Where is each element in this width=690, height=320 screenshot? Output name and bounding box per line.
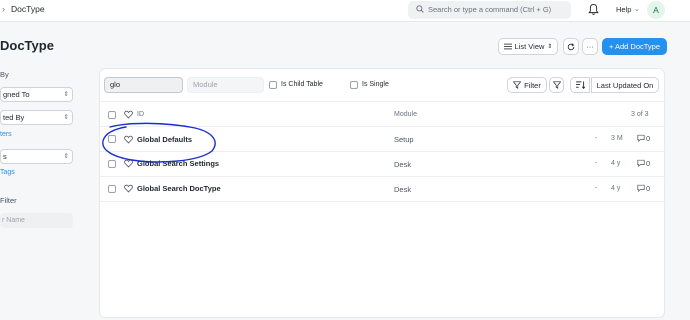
divider bbox=[100, 126, 665, 127]
divider bbox=[100, 201, 665, 202]
comment-count: 0 bbox=[646, 159, 651, 168]
module-filter-input[interactable]: Module bbox=[187, 77, 264, 93]
row-name-link[interactable]: Global Search DocType bbox=[137, 184, 221, 193]
row-name-link[interactable]: Global Search Settings bbox=[137, 159, 219, 168]
created-by-select[interactable]: ted By ⇕ bbox=[0, 110, 73, 125]
comment-count: 0 bbox=[646, 184, 651, 193]
clear-filter-button[interactable] bbox=[549, 77, 564, 93]
row-status: - bbox=[595, 160, 598, 167]
result-count: 3 of 3 bbox=[631, 111, 649, 118]
list-view-button[interactable]: List View ⇕ bbox=[498, 38, 558, 55]
tags-select[interactable]: s ⇕ bbox=[0, 149, 73, 164]
help-menu[interactable]: Help bbox=[616, 5, 631, 14]
heart-icon[interactable] bbox=[124, 110, 133, 119]
search-icon bbox=[416, 5, 424, 13]
sort-order-button[interactable] bbox=[570, 77, 590, 93]
row-modified-time: 4 y bbox=[611, 185, 621, 192]
assigned-to-label: gned To bbox=[3, 90, 30, 99]
notification-bell-icon[interactable] bbox=[588, 3, 599, 16]
heart-icon[interactable] bbox=[124, 159, 133, 168]
chevron-down-icon: ⌄ bbox=[634, 6, 640, 13]
row-module: Desk bbox=[394, 160, 412, 169]
filter-icon bbox=[513, 81, 522, 89]
row-name-link[interactable]: Global Defaults bbox=[137, 135, 192, 144]
comment-icon bbox=[637, 184, 645, 193]
row-comment-count[interactable]: 0 bbox=[637, 159, 650, 168]
row-checkbox[interactable] bbox=[108, 185, 116, 193]
sort-field-button[interactable]: Last Updated On bbox=[591, 77, 659, 93]
select-all-checkbox[interactable] bbox=[108, 111, 116, 119]
heart-icon[interactable] bbox=[124, 135, 133, 144]
navbar: › DocType Search or type a command (Ctrl… bbox=[0, 0, 690, 22]
assigned-to-select[interactable]: gned To ⇕ bbox=[0, 87, 73, 102]
row-module: Desk bbox=[394, 185, 412, 194]
is-single-checkbox[interactable] bbox=[350, 81, 358, 89]
sort-icon bbox=[575, 81, 585, 89]
list-panel bbox=[99, 68, 665, 318]
comment-count: 0 bbox=[646, 134, 651, 143]
filter-clear-icon bbox=[552, 81, 561, 89]
id-filter-input[interactable]: glo bbox=[104, 77, 183, 93]
more-actions-button[interactable]: ··· bbox=[582, 38, 598, 55]
row-module: Setup bbox=[394, 135, 414, 144]
avatar[interactable]: A bbox=[647, 1, 665, 19]
is-single-label: Is Single bbox=[362, 81, 389, 88]
list-view-label: List View bbox=[514, 42, 545, 51]
breadcrumb-doctype[interactable]: DocType bbox=[11, 4, 45, 14]
add-doctype-button[interactable]: + Add DocType bbox=[602, 38, 667, 55]
show-tags-link[interactable]: Tags bbox=[0, 169, 15, 176]
row-comment-count[interactable]: 0 bbox=[637, 184, 650, 193]
row-checkbox[interactable] bbox=[108, 135, 116, 143]
created-by-label: ted By bbox=[3, 113, 25, 122]
comment-icon bbox=[637, 134, 645, 143]
chevron-updown-icon: ⇕ bbox=[63, 153, 69, 160]
tags-select-label: s bbox=[3, 152, 7, 161]
row-modified-time: 4 y bbox=[611, 160, 621, 167]
comment-icon bbox=[637, 159, 645, 168]
column-header-module: Module bbox=[394, 111, 417, 118]
row-status: - bbox=[595, 135, 598, 142]
divider bbox=[100, 176, 665, 177]
search-bar[interactable]: Search or type a command (Ctrl + G) bbox=[408, 1, 571, 19]
breadcrumb-chevron-icon: › bbox=[2, 4, 5, 14]
list-icon bbox=[503, 43, 512, 50]
row-status: - bbox=[595, 185, 598, 192]
row-checkbox[interactable] bbox=[108, 160, 116, 168]
filter-heading: Filter bbox=[0, 196, 17, 205]
filter-name-input[interactable]: r Name bbox=[0, 213, 73, 228]
heart-icon[interactable] bbox=[124, 184, 133, 193]
column-header-id: ID bbox=[137, 111, 144, 118]
is-child-table-checkbox[interactable] bbox=[269, 81, 277, 89]
chevron-updown-icon: ⇕ bbox=[63, 114, 69, 121]
filter-button[interactable]: Filter bbox=[507, 77, 547, 93]
row-comment-count[interactable]: 0 bbox=[637, 134, 650, 143]
divider bbox=[100, 101, 665, 102]
search-placeholder: Search or type a command (Ctrl + G) bbox=[428, 5, 552, 14]
chevron-updown-icon: ⇕ bbox=[547, 44, 553, 50]
show-filters-link[interactable]: ters bbox=[0, 131, 12, 138]
is-child-table-label: Is Child Table bbox=[281, 81, 323, 88]
sidebar-heading-by: By bbox=[0, 70, 9, 79]
refresh-button[interactable] bbox=[563, 38, 579, 55]
page-title: DocType bbox=[0, 38, 54, 53]
divider bbox=[100, 151, 665, 152]
filter-label: Filter bbox=[524, 80, 541, 90]
chevron-updown-icon: ⇕ bbox=[63, 91, 69, 98]
refresh-icon bbox=[567, 42, 575, 50]
row-modified-time: 3 M bbox=[611, 135, 623, 142]
